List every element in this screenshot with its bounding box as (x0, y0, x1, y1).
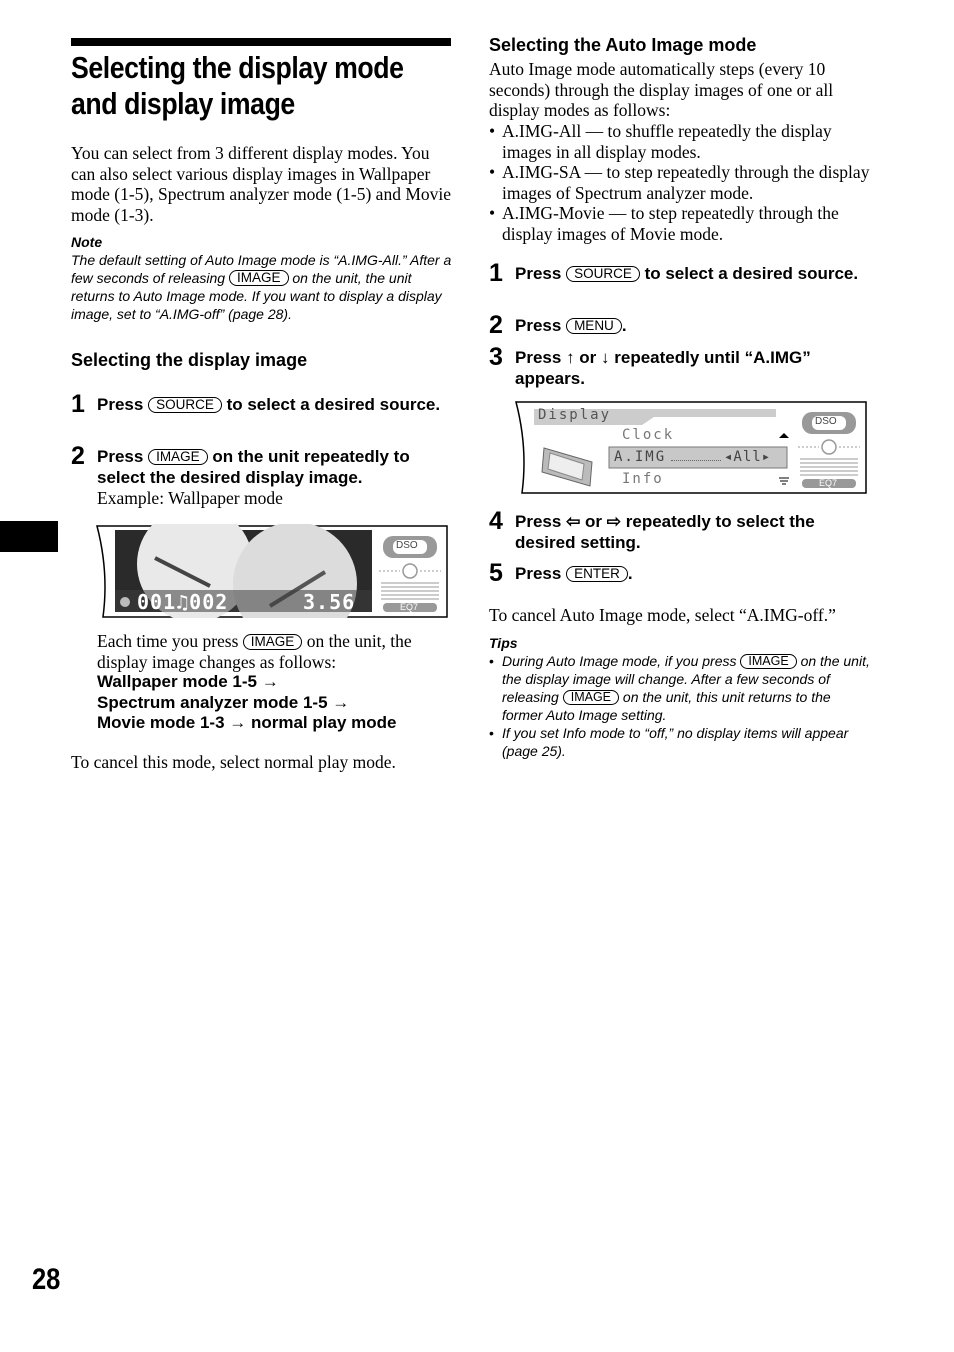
cancel-auto-image-note: To cancel Auto Image mode, select “A.IMG… (489, 605, 836, 625)
example-caption: Example: Wallpaper mode (97, 488, 283, 508)
arrow-down-icon: ↓ (601, 348, 610, 367)
page-title: Selecting the display mode and display i… (71, 50, 404, 121)
chapter-tab-marker (0, 521, 58, 552)
sequence-line: Spectrum analyzer mode 1-5 → (97, 692, 350, 712)
image-key: IMAGE (148, 449, 208, 465)
note-heading: Note (71, 234, 103, 250)
image-key: IMAGE (242, 634, 303, 650)
source-key: SOURCE (566, 266, 640, 282)
bullet-item: • A.IMG-SA — to step repeatedly through t… (489, 162, 870, 203)
title-rule (71, 38, 451, 46)
arrow-up-icon: ↑ (566, 348, 575, 367)
play-time: 3.56 (303, 590, 356, 614)
image-sequence-block: Each time you press IMAGE on the unit, t… (97, 631, 457, 734)
step-number: 4 (489, 507, 503, 535)
note-body: The default setting of Auto Image mode i… (71, 252, 452, 322)
step-1: 1 Press SOURCE to select a desired sourc… (489, 259, 859, 287)
section-heading-display-image: Selecting the display image (71, 350, 308, 370)
leader-dots (671, 449, 721, 461)
image-key: IMAGE (228, 270, 289, 286)
bullet-item: • A.IMG-Movie — to step repeatedly throug… (489, 203, 839, 244)
cancel-note: To cancel this mode, select normal play … (71, 752, 396, 772)
arrow-right-icon: ⇨ (606, 512, 622, 531)
intro-paragraph: You can select from 3 different display … (71, 143, 452, 225)
bullet-item: • A.IMG-All — to shuffle repeatedly the d… (489, 121, 832, 162)
step-number: 3 (489, 343, 503, 371)
tip-item: • During Auto Image mode, if you press I… (489, 653, 870, 723)
image-key: IMAGE (740, 654, 797, 669)
menu-row-value: ◂All▸ (724, 449, 772, 465)
auto-image-options: • A.IMG-All — to shuffle repeatedly the d… (489, 121, 873, 244)
image-key: IMAGE (562, 690, 620, 705)
step-3: 3 Press ↑ or ↓ repeatedly until “A.IMG” … (489, 343, 811, 388)
menu-row-selected: A.IMG (614, 449, 667, 465)
step-5: 5 Press ENTER. (489, 559, 633, 587)
step-number: 1 (489, 259, 503, 287)
menu-row-above: Clock (622, 427, 675, 443)
step-number: 2 (489, 311, 503, 339)
source-key: SOURCE (148, 397, 222, 413)
sequence-line: Movie mode 1-3 → normal play mode (97, 713, 397, 732)
eq-label: EQ7 (819, 478, 838, 488)
step-2: 2 Press MENU. (489, 311, 627, 339)
sequence-line: Wallpaper mode 1-5 → (97, 672, 279, 691)
enter-key: ENTER (566, 566, 628, 582)
menu-key: MENU (566, 318, 622, 334)
track-counter: 001♫002 (137, 590, 229, 614)
tip-item: • If you set Info mode to “off,” no disp… (489, 725, 849, 759)
disc-indicator-icon (120, 597, 130, 607)
eq-label: EQ7 (400, 602, 419, 612)
dso-label: DSO (396, 540, 418, 551)
step-number: 5 (489, 559, 503, 587)
tips-block: Tips • During Auto Image mode, if you pr… (489, 634, 873, 760)
wallpaper-display-illustration: 001♫002 3.56 DSO EQ7 (95, 506, 448, 646)
step-4: 4 Press ⇦ or ⇨ repeatedly to select the … (489, 507, 815, 552)
step-number: 1 (71, 390, 85, 418)
note-block: Note The default setting of Auto Image m… (71, 233, 455, 323)
tips-heading: Tips (489, 635, 518, 651)
arrow-left-icon: ⇦ (566, 512, 581, 531)
section-heading-auto-image: Selecting the Auto Image mode (489, 35, 757, 55)
menu-display-illustration: Display Clock A.IMG ◂All▸ Info DSO EQ7 (514, 400, 867, 494)
menu-row-below: Info (622, 471, 664, 487)
dso-label: DSO (815, 416, 837, 427)
menu-header: Display (538, 407, 612, 423)
step-2: 2 Press IMAGE on the unit repeatedly to … (71, 442, 453, 509)
step-1: 1 Press SOURCE to select a desired sourc… (71, 390, 441, 418)
page-number: 28 (32, 1263, 61, 1296)
step-number: 2 (71, 442, 85, 470)
auto-image-intro: Auto Image mode automatically steps (eve… (489, 59, 834, 120)
